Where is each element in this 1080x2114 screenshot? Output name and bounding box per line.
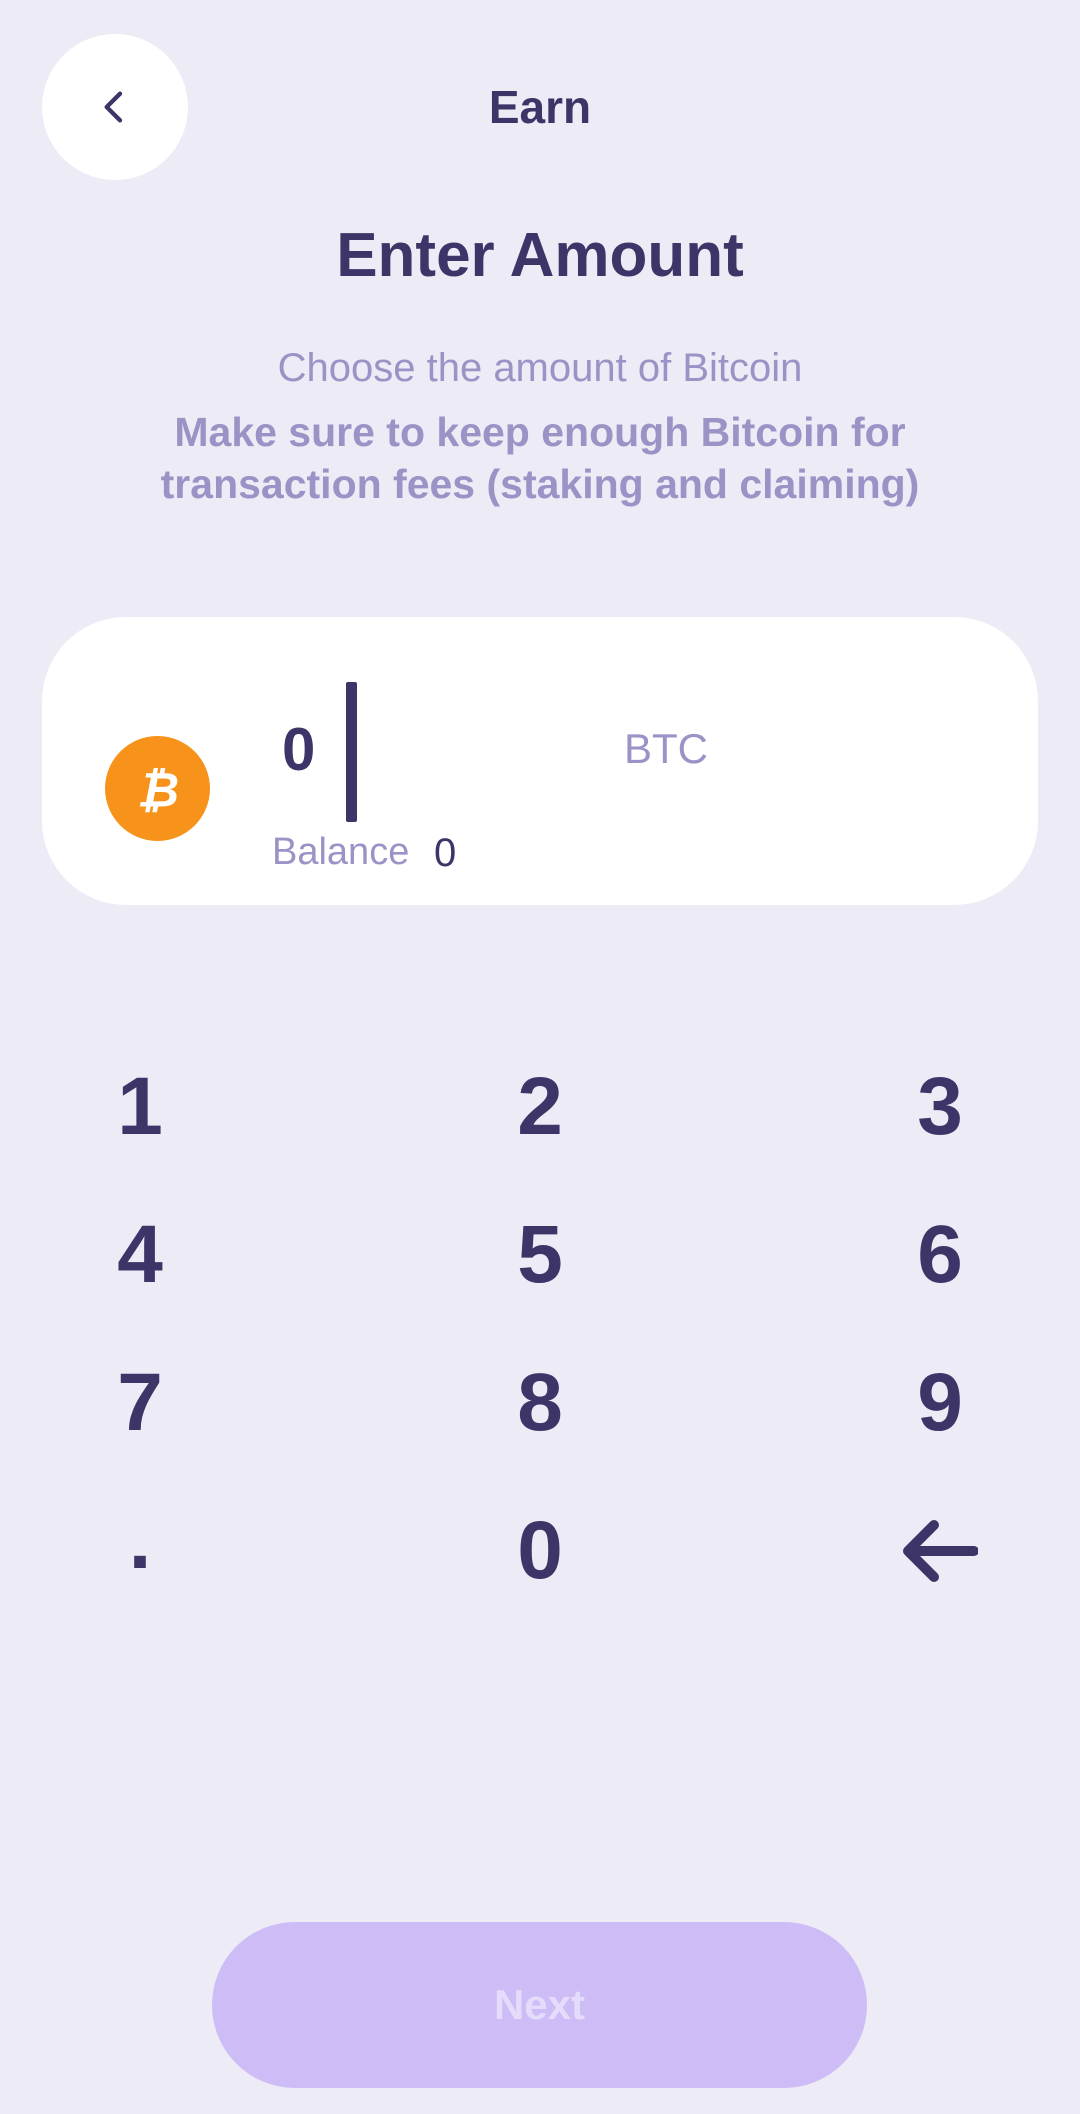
- subtitle: Choose the amount of Bitcoin: [277, 346, 803, 390]
- earn-enter-amount-screen: Earn Enter Amount Choose the amount of B…: [0, 0, 1080, 2114]
- bitcoin-icon: ₿: [105, 736, 210, 841]
- text-cursor: [346, 682, 357, 822]
- balance-value: 0: [434, 831, 457, 875]
- key-0[interactable]: 0: [450, 1491, 630, 1611]
- key-7[interactable]: 7: [50, 1343, 230, 1463]
- amount-card: ₿ 0 BTC Balance 0: [42, 617, 1038, 905]
- key-1[interactable]: 1: [50, 1047, 230, 1167]
- key-9[interactable]: 9: [850, 1343, 1030, 1463]
- key-decimal[interactable]: .: [50, 1481, 230, 1601]
- svg-text:₿: ₿: [136, 762, 178, 818]
- header-title: Earn: [488, 81, 592, 133]
- currency-code: BTC: [624, 725, 708, 772]
- bitcoin-symbol: ₿: [136, 762, 178, 818]
- key-2[interactable]: 2: [450, 1047, 630, 1167]
- key-6[interactable]: 6: [850, 1195, 1030, 1315]
- page-title: Enter Amount: [336, 221, 744, 290]
- balance-label: Balance: [272, 831, 410, 873]
- fee-warning: Make sure to keep enough Bitcoin for tra…: [160, 409, 920, 507]
- key-5[interactable]: 5: [450, 1195, 630, 1315]
- key-3[interactable]: 3: [850, 1047, 1030, 1167]
- next-button[interactable]: Next: [212, 1922, 867, 2088]
- backspace-key[interactable]: [850, 1491, 1030, 1611]
- amount-input[interactable]: 0: [282, 715, 315, 784]
- key-8[interactable]: 8: [450, 1343, 630, 1463]
- key-4[interactable]: 4: [50, 1195, 230, 1315]
- arrow-left-icon: [903, 1520, 978, 1582]
